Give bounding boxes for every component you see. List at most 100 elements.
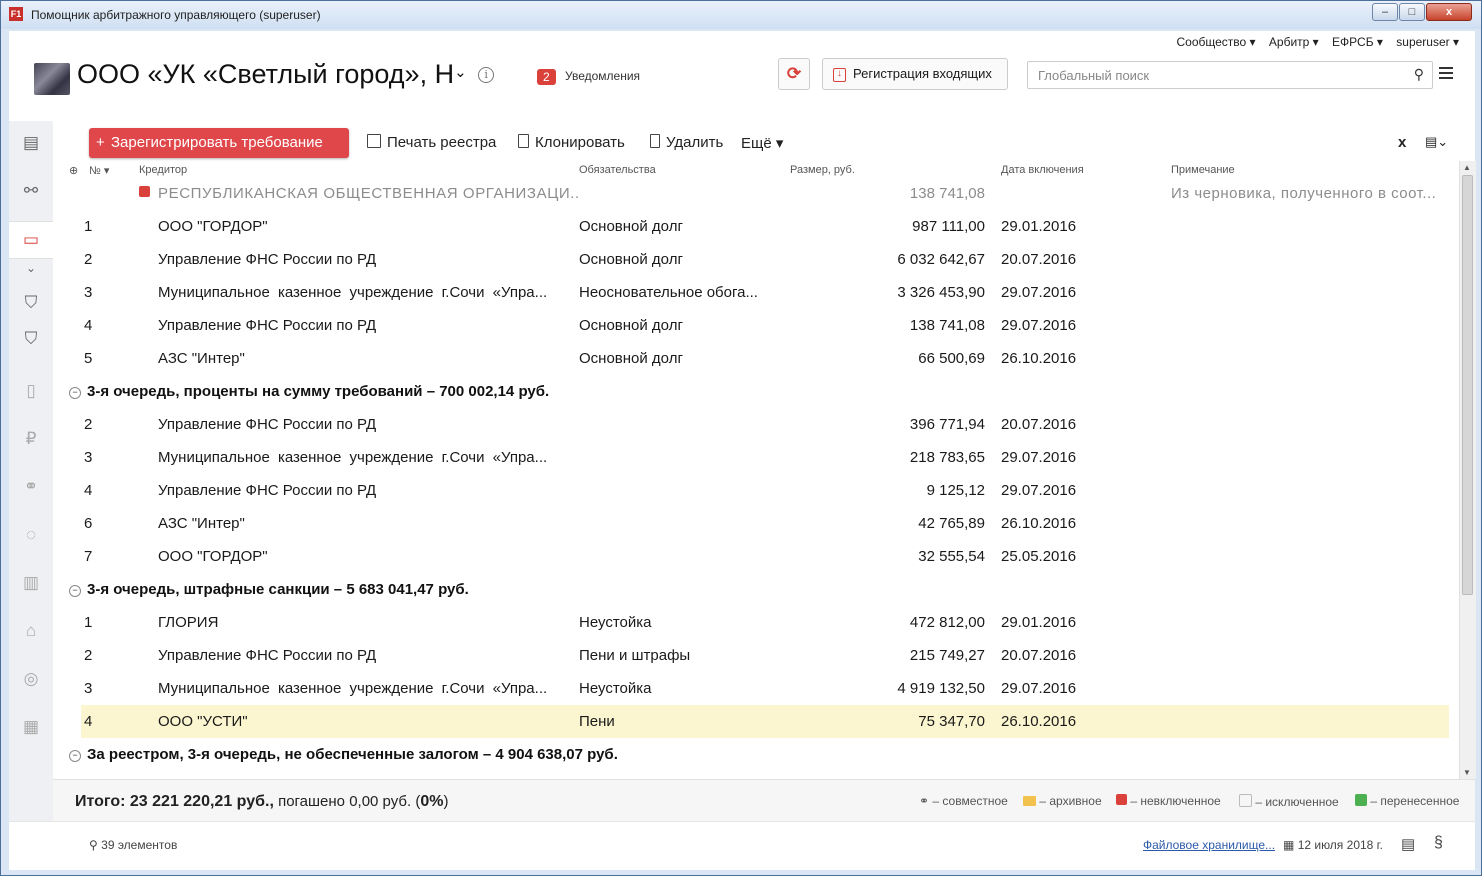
cell-num: 1 [84, 614, 93, 631]
more-menu[interactable]: Ещё ▾ [741, 134, 783, 152]
col-note[interactable]: Примечание [1171, 164, 1235, 176]
cell-num: 6 [84, 515, 93, 532]
filter-icon[interactable]: ⛉ [9, 285, 53, 321]
filter-active-icon[interactable]: ⛉ [9, 321, 53, 357]
refresh-button[interactable]: ⟳ [778, 58, 810, 90]
table-row[interactable]: 5 АЗС "Интер" Основной долг 66 500,69 26… [81, 342, 1449, 375]
group-header-interest[interactable]: − 3-я очередь, проценты на сумму требова… [53, 375, 1449, 408]
calculator-icon[interactable]: ▤ [1401, 835, 1415, 853]
vertical-scrollbar[interactable]: ▲ ▼ [1459, 161, 1476, 779]
menu-user[interactable]: superuser ▾ [1396, 35, 1459, 49]
col-creditor[interactable]: Кредитор [139, 164, 187, 176]
cell-date: 26.10.2016 [1001, 350, 1077, 367]
window-title: Помощник арбитражного управляющего (supe… [31, 8, 321, 22]
menu-efrsb[interactable]: ЕФРСБ ▾ [1332, 35, 1383, 49]
register-claim-label: Зарегистрировать требование [111, 134, 323, 151]
col-obligation[interactable]: Обязательства [579, 164, 656, 176]
repaid-percent: 0% [420, 793, 444, 810]
totals: Итого: 23 221 220,21 руб., погашено 0,00… [75, 793, 448, 811]
column-settings-icon[interactable]: ▤⌄ [1425, 134, 1448, 150]
global-search[interactable]: ⚲ [1027, 61, 1433, 89]
refresh-icon: ⟳ [786, 64, 802, 83]
scrollbar-thumb[interactable] [1462, 175, 1473, 595]
register-incoming-button[interactable]: ↓ Регистрация входящих [822, 58, 1008, 90]
company-selector[interactable]: ООО «УК «Светлый город», Н⌄ i [77, 59, 495, 90]
col-num[interactable]: № ▾ [89, 164, 109, 177]
copy-icon [518, 134, 529, 148]
table-row[interactable]: 2 Управление ФНС России по РД Основной д… [81, 243, 1449, 276]
cell-creditor: Муниципальное казенное учреждение г.Сочи… [158, 449, 548, 466]
group-header-penalties[interactable]: − 3-я очередь, штрафные санкции – 5 683 … [53, 573, 1449, 606]
title-bar: F1 Помощник арбитражного управляющего (s… [1, 1, 1481, 29]
table-row[interactable]: 3 Муниципальное казенное учреждение г.Со… [81, 672, 1449, 705]
ruble-icon[interactable]: ₽ [9, 421, 53, 457]
col-amount[interactable]: Размер, руб. [790, 164, 855, 176]
calendar-icon: ▦ [1283, 838, 1295, 852]
table-row-selected[interactable]: 4 ООО "УСТИ" Пени 75 347,70 26.10.2016 [81, 705, 1449, 738]
cell-date: 29.01.2016 [1001, 218, 1077, 235]
menu-community[interactable]: Сообщество ▾ [1176, 35, 1255, 49]
hamburger-menu-icon[interactable] [1439, 67, 1453, 82]
search-input[interactable] [1036, 67, 1410, 84]
not-included-icon [139, 186, 150, 197]
calendar-icon[interactable]: ▦ [9, 709, 53, 745]
legend-joint: ⚭ – совместное [919, 794, 1008, 808]
handshake-icon[interactable]: ⚯ [9, 173, 53, 209]
scroll-up-icon[interactable]: ▲ [1463, 163, 1471, 172]
table-row[interactable]: 6 АЗС "Интер" 42 765,89 26.10.2016 [81, 507, 1449, 540]
maximize-button[interactable]: □ [1399, 3, 1425, 21]
collapse-icon[interactable]: − [69, 387, 81, 399]
cell-num: 1 [84, 218, 93, 235]
menu-arbitr[interactable]: Арбитр ▾ [1269, 35, 1319, 49]
cell-date: 25.05.2016 [1001, 548, 1077, 565]
table-row[interactable]: 7 ООО "ГОРДОР" 32 555,54 25.05.2016 [81, 540, 1449, 573]
table-row[interactable]: 2 Управление ФНС России по РД 396 771,94… [81, 408, 1449, 441]
register-claim-button[interactable]: + Зарегистрировать требование [89, 128, 349, 158]
expand-all-icon[interactable]: ⊕ [69, 164, 78, 177]
table-row[interactable]: РЕСПУБЛИКАНСКАЯ ОБЩЕСТВЕННАЯ ОРГАНИЗАЦИ.… [81, 177, 1449, 210]
close-window-button[interactable]: x [1426, 3, 1472, 21]
col-date[interactable]: Дата включения [1001, 164, 1084, 176]
print-registry-button[interactable]: Печать реестра [367, 134, 496, 151]
section-icon[interactable]: § [1434, 834, 1443, 852]
file-storage-link[interactable]: Файловое хранилище... [1143, 838, 1275, 852]
clear-button[interactable]: x [1398, 134, 1406, 151]
cell-creditor: Муниципальное казенное учреждение г.Сочи… [158, 680, 548, 697]
link-icon[interactable]: ⚭ [9, 469, 53, 505]
bank-icon[interactable]: ⌂ [9, 613, 53, 649]
moved-icon [1355, 794, 1367, 806]
registry-card-icon[interactable]: ▭ [9, 221, 53, 259]
cell-num: 7 [84, 548, 93, 565]
total-amount: Итого: 23 221 220,21 руб., [75, 793, 274, 810]
cell-creditor: ООО "ГОРДОР" [158, 548, 268, 565]
table-row[interactable]: 3 Муниципальное казенное учреждение г.Со… [81, 441, 1449, 474]
table-row[interactable]: 1 ООО "ГОРДОР" Основной долг 987 111,00 … [81, 210, 1449, 243]
table-row[interactable]: 4 Управление ФНС России по РД Основной д… [81, 309, 1449, 342]
chart-icon[interactable]: ▥ [9, 565, 53, 601]
element-count[interactable]: ⚲ 39 элементов [89, 838, 177, 852]
notifications-link[interactable]: Уведомления [565, 69, 640, 83]
table-row[interactable]: 2 Управление ФНС России по РД Пени и штр… [81, 639, 1449, 672]
scroll-down-icon[interactable]: ▼ [1463, 768, 1471, 777]
search-analysis-icon[interactable]: ◎ [9, 661, 53, 697]
chevron-down-icon[interactable]: ⌄ [9, 257, 53, 279]
table-row[interactable]: 1 ГЛОРИЯ Неустойка 472 812,00 29.01.2016 [81, 606, 1449, 639]
cell-date: 26.10.2016 [1001, 515, 1077, 532]
search-icon[interactable]: ⚲ [1414, 66, 1424, 83]
calculator-icon[interactable]: ▯ [9, 373, 53, 409]
delete-button[interactable]: Удалить [650, 134, 723, 151]
notification-badge[interactable]: 2 [537, 69, 556, 85]
clone-button[interactable]: Клонировать [518, 134, 625, 151]
table-row[interactable]: 4 Управление ФНС России по РД 9 125,12 2… [81, 474, 1449, 507]
piggy-bank-icon[interactable]: ◌ [9, 517, 53, 553]
group-header-beyond-registry[interactable]: − За реестром, 3-я очередь, не обеспечен… [53, 738, 1449, 771]
minimize-button[interactable]: – [1372, 3, 1398, 21]
table-row[interactable]: 3 Муниципальное казенное учреждение г.Со… [81, 276, 1449, 309]
document-icon[interactable]: ▤ [9, 125, 53, 161]
info-icon[interactable]: i [478, 67, 495, 83]
collapse-icon[interactable]: − [69, 750, 81, 762]
chevron-down-icon[interactable]: ⌄ [454, 64, 467, 81]
collapse-icon[interactable]: − [69, 585, 81, 597]
cell-num: 4 [84, 317, 93, 334]
cell-num: 4 [84, 482, 93, 499]
